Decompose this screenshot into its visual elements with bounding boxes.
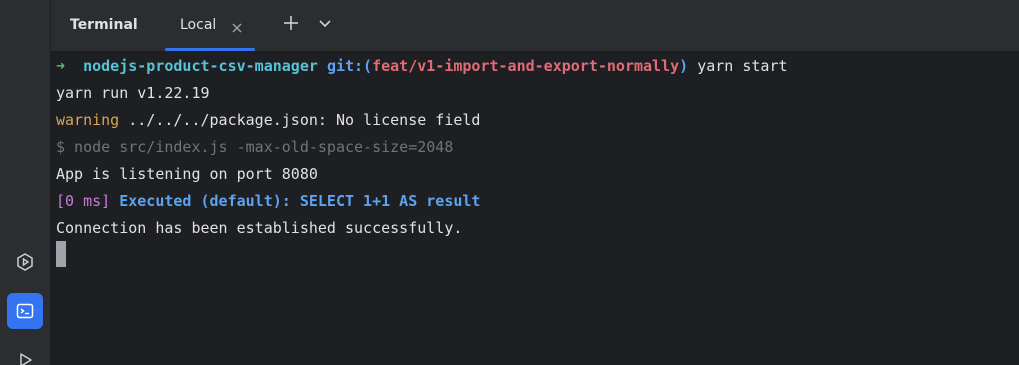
close-icon[interactable] (231, 19, 243, 33)
warning-line: warning ../../../package.json: No licens… (56, 107, 480, 134)
git-branch: feat/v1-import-and-export-normally (372, 57, 680, 75)
tool-strip (0, 0, 51, 365)
tool-window-title: Terminal (70, 17, 138, 33)
tab-label: Local (180, 17, 217, 33)
sql-time: [0 ms] (56, 192, 111, 210)
terminal-tool-button[interactable] (7, 293, 43, 329)
prompt-directory: nodejs-product-csv-manager (83, 57, 318, 75)
sql-line: [0 ms] Executed (default): SELECT 1+1 AS… (56, 188, 480, 215)
terminal-icon (15, 301, 35, 321)
prompt-line: ➜ nodejs-product-csv-manager git:(feat/v… (56, 53, 788, 80)
chevron-down-icon (317, 15, 333, 35)
terminal-app: Terminal Local ➜ nodejs-product-csv-mana… (0, 0, 1019, 365)
prompt-command: yarn start (697, 57, 788, 75)
services-button[interactable] (7, 244, 43, 280)
services-icon (15, 252, 35, 272)
run-icon (15, 350, 35, 365)
new-tab-button[interactable] (280, 14, 302, 36)
prompt-arrow: ➜ (56, 57, 66, 75)
terminal-header: Terminal Local (51, 0, 1019, 51)
warning-keyword: warning (56, 111, 120, 129)
run-button[interactable] (7, 342, 43, 365)
listening-line: App is listening on port 8080 (56, 165, 318, 183)
git-prefix: git:( (326, 57, 373, 75)
connection-line: Connection has been established successf… (56, 219, 463, 237)
sql-text: Executed (default): SELECT 1+1 AS result (110, 192, 481, 210)
warning-text: ../../../package.json: No license field (119, 111, 481, 129)
plus-icon (282, 14, 300, 36)
git-suffix: ) (679, 57, 689, 75)
text-cursor (56, 241, 66, 267)
tab-local[interactable]: Local (165, 0, 255, 51)
yarn-run-line: yarn run v1.22.19 (56, 84, 210, 102)
tab-options-dropdown[interactable] (314, 14, 336, 36)
terminal-output[interactable]: ➜ nodejs-product-csv-manager git:(feat/v… (51, 51, 1019, 365)
node-command-line: $ node src/index.js -max-old-space-size=… (56, 138, 454, 156)
